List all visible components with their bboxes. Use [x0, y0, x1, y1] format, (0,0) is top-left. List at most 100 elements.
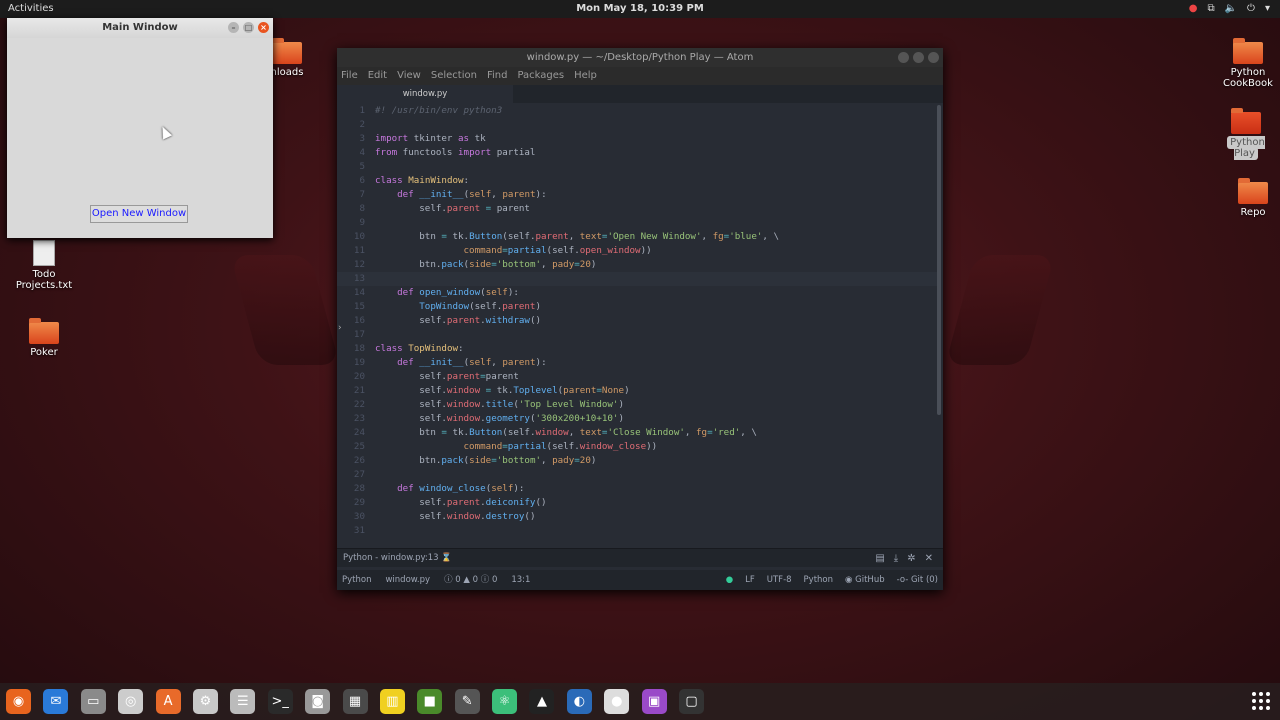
vpn-icon[interactable]: ◐ — [566, 689, 592, 714]
code-line[interactable]: class TopWindow: — [375, 342, 464, 356]
firefox-icon[interactable]: ◉ — [6, 689, 31, 714]
code-line[interactable]: self.parent.withdraw() — [375, 314, 541, 328]
status-dot-icon: ● — [725, 575, 734, 585]
code-line[interactable]: def __init__(self, parent): — [375, 356, 546, 370]
menu-file[interactable]: File — [341, 67, 358, 85]
calculator-icon[interactable]: ▦ — [342, 689, 368, 714]
bug-icon[interactable]: ✲ — [907, 549, 915, 568]
settings-icon[interactable]: ⚙ — [192, 689, 218, 714]
atom-icon[interactable]: ⚛ — [492, 689, 518, 714]
thunderbird-icon[interactable]: ✉ — [43, 689, 69, 714]
code-line[interactable]: def window_close(self): — [375, 482, 524, 496]
code-editor[interactable]: › 1 #! /usr/bin/env python3 2 3 import tkint… — [337, 103, 943, 545]
blender-icon[interactable]: ● — [604, 689, 630, 714]
close-button[interactable] — [928, 52, 939, 63]
line-number: 27 — [353, 469, 365, 480]
code-token: text — [579, 427, 602, 438]
inkscape-icon[interactable]: ▲ — [529, 689, 555, 714]
open-new-window-button[interactable]: Open New Window — [90, 205, 188, 223]
code-line[interactable]: def __init__(self, parent): — [375, 188, 546, 202]
status-git[interactable]: -o- Git (0) — [897, 570, 938, 590]
code-token: parent — [502, 189, 536, 200]
file-icon[interactable]: ▤ — [875, 549, 884, 568]
menu-edit[interactable]: Edit — [368, 67, 387, 85]
code-line[interactable]: command=partial(self.open_window)) — [375, 244, 652, 258]
scrollbar[interactable] — [937, 105, 941, 415]
code-line[interactable]: import tkinter as tk — [375, 132, 486, 146]
line-number: 14 — [353, 287, 365, 298]
rhythmbox-icon[interactable]: ◎ — [118, 689, 144, 714]
menu-selection[interactable]: Selection — [431, 67, 477, 85]
gimp-icon[interactable]: ✎ — [454, 689, 480, 714]
code-token: window — [446, 399, 481, 410]
desktop-icon-python-play[interactable]: Python Play — [1214, 108, 1278, 160]
maximize-button[interactable]: □ — [243, 22, 254, 33]
code-line[interactable]: btn.pack(side='bottom', pady=20) — [375, 454, 596, 468]
clock[interactable]: Mon May 18, 10:39 PM — [0, 0, 1280, 18]
code-token: functools — [397, 147, 458, 158]
code-token: parent — [485, 371, 519, 382]
code-token: pady — [552, 455, 575, 466]
code-line[interactable]: btn = tk.Button(self.window, text='Close… — [375, 426, 757, 440]
code-line[interactable]: self.parent = parent — [375, 202, 530, 216]
code-line[interactable]: btn = tk.Button(self.parent, text='Open … — [375, 230, 779, 244]
maximize-button[interactable] — [913, 52, 924, 63]
code-line[interactable]: self.parent=parent — [375, 370, 519, 384]
menu-view[interactable]: View — [397, 67, 421, 85]
code-line[interactable]: self.window = tk.Toplevel(parent=None) — [375, 384, 629, 398]
menu-help[interactable]: Help — [574, 67, 597, 85]
code-token: : — [463, 175, 470, 186]
minecraft-icon[interactable]: ■ — [417, 689, 443, 714]
status-file[interactable]: window.py — [385, 570, 430, 590]
hourglass-icon: ⌛ — [441, 553, 452, 563]
code-line[interactable]: TopWindow(self.parent) — [375, 300, 541, 314]
screenshot-icon[interactable]: ▢ — [679, 689, 705, 714]
code-line[interactable]: self.window.destroy() — [375, 510, 535, 524]
desktop-icon-todo[interactable]: Todo Projects.txt — [12, 240, 76, 291]
code-line[interactable]: self.window.geometry('300x200+10+10') — [375, 412, 624, 426]
code-token: (self. — [502, 231, 536, 242]
code-token: command — [463, 441, 503, 452]
title-bar[interactable]: window.py — ~/Desktop/Python Play — Atom — [337, 48, 943, 67]
code-line[interactable]: def open_window(self): — [375, 286, 519, 300]
tweaks-icon[interactable]: ☰ — [230, 689, 256, 714]
video-icon[interactable]: ▣ — [641, 689, 667, 714]
camera-icon[interactable]: ◙ — [305, 689, 331, 714]
camera-icon: ● — [1188, 3, 1198, 14]
ruler-icon[interactable]: ▥ — [379, 689, 405, 714]
status-grammar[interactable]: Python — [342, 570, 371, 590]
menu-packages[interactable]: Packages — [517, 67, 564, 85]
status-language[interactable]: Python — [804, 570, 833, 590]
status-github[interactable]: ◉ GitHub — [845, 570, 885, 590]
desktop-icon-python-cookbook[interactable]: Python CookBook — [1216, 38, 1280, 89]
code-line[interactable]: btn.pack(side='bottom', pady=20) — [375, 258, 596, 272]
code-line[interactable]: self.parent.deiconify() — [375, 496, 546, 510]
minimize-button[interactable] — [898, 52, 909, 63]
terminal-icon[interactable]: >_ — [267, 689, 293, 714]
close-icon[interactable]: ✕ — [925, 549, 933, 568]
code-line[interactable]: command=partial(self.window_close)) — [375, 440, 658, 454]
code-token: self. — [375, 511, 447, 522]
code-line[interactable]: self.window.title('Top Level Window') — [375, 398, 624, 412]
minimize-button[interactable]: – — [228, 22, 239, 33]
code-token: window — [446, 413, 481, 424]
download-icon[interactable]: ⤓ — [894, 549, 898, 568]
files-icon[interactable]: ▭ — [80, 689, 106, 714]
desktop-icon-repo[interactable]: Repo — [1221, 178, 1280, 218]
code-line[interactable]: #! /usr/bin/env python3 — [375, 104, 502, 118]
status-encoding[interactable]: UTF-8 — [767, 570, 792, 590]
code-token: (self. — [469, 301, 503, 312]
status-diagnostics[interactable]: ⓘ 0 ▲ 0 ⓘ 0 — [444, 570, 497, 590]
close-button[interactable]: × — [258, 22, 269, 33]
code-line[interactable]: from functools import partial — [375, 146, 535, 160]
status-cursor[interactable]: 13:1 — [511, 570, 530, 590]
menu-find[interactable]: Find — [487, 67, 508, 85]
tab-window-py[interactable]: window.py — [337, 85, 513, 103]
title-bar[interactable]: Main Window – □ × — [7, 18, 273, 38]
show-applications-icon[interactable] — [1252, 692, 1270, 710]
code-line[interactable]: class MainWindow: — [375, 174, 469, 188]
desktop-icon-poker[interactable]: Poker — [12, 318, 76, 358]
system-tray[interactable]: ● ⧉ 🔈 ⏻ ▾ — [1189, 0, 1270, 18]
software-icon[interactable]: A — [155, 689, 181, 714]
status-eol[interactable]: LF — [745, 570, 755, 590]
